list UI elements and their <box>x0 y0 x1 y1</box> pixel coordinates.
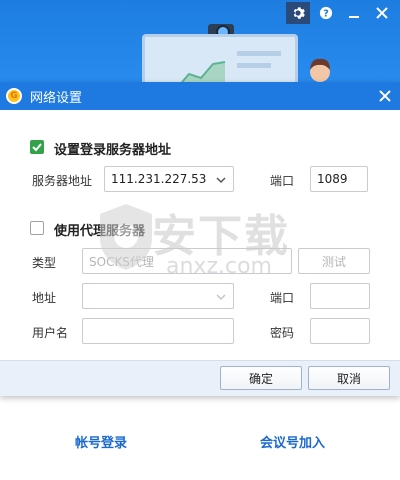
server-address-checkbox[interactable] <box>30 140 44 154</box>
proxy-username-label: 用户名 <box>32 326 69 340</box>
proxy-password-label: 密码 <box>270 326 295 340</box>
proxy-password-input[interactable] <box>310 318 370 344</box>
proxy-type-dropdown[interactable]: SOCKS代理 <box>82 248 292 274</box>
proxy-port-label: 端口 <box>270 291 295 305</box>
bottom-panel <box>0 396 400 480</box>
server-port-input[interactable]: 1089 <box>310 166 368 192</box>
ok-button[interactable]: 确定 <box>220 366 302 390</box>
chevron-down-icon <box>216 177 226 184</box>
help-icon[interactable]: ? <box>314 2 338 24</box>
proxy-checkbox[interactable] <box>30 221 44 235</box>
close-icon[interactable] <box>376 87 394 105</box>
app-logo-icon: G <box>6 88 22 104</box>
dialog-body: 设置登录服务器地址 服务器地址 111.231.227.53 端口 1089 使… <box>0 110 400 360</box>
account-login-link[interactable]: 帐号登录 <box>75 432 127 451</box>
proxy-type-value: SOCKS代理 <box>89 254 154 269</box>
server-address-label: 服务器地址 <box>32 174 93 188</box>
proxy-section-label: 使用代理服务器 <box>54 224 146 239</box>
proxy-port-input[interactable] <box>310 283 370 309</box>
server-address-dropdown[interactable]: 111.231.227.53 <box>104 166 234 192</box>
server-port-value: 1089 <box>317 172 348 186</box>
window-controls: ? <box>286 2 394 24</box>
proxy-test-label: 测试 <box>321 254 346 269</box>
dialog-titlebar: G 网络设置 <box>0 82 400 110</box>
proxy-username-input[interactable] <box>82 318 234 344</box>
network-settings-dialog: G 网络设置 设置登录服务器地址 服务器地址 111.231.227.53 端口… <box>0 82 400 396</box>
dialog-title: 网络设置 <box>30 90 83 106</box>
minimize-icon[interactable] <box>342 2 366 24</box>
proxy-type-label: 类型 <box>32 256 57 270</box>
cancel-button[interactable]: 取消 <box>308 366 390 390</box>
proxy-address-label: 地址 <box>32 291 57 305</box>
svg-text:?: ? <box>323 9 329 20</box>
proxy-address-dropdown[interactable] <box>82 283 234 309</box>
proxy-test-button[interactable]: 测试 <box>298 248 370 274</box>
server-address-value: 111.231.227.53 <box>111 172 207 186</box>
server-section-label: 设置登录服务器地址 <box>54 143 172 158</box>
meeting-join-link[interactable]: 会议号加入 <box>260 432 325 451</box>
server-port-label: 端口 <box>270 174 295 188</box>
chevron-down-icon <box>216 294 226 301</box>
close-icon[interactable] <box>370 2 394 24</box>
dialog-footer: 确定 取消 <box>0 360 400 396</box>
gear-icon[interactable] <box>286 2 310 24</box>
